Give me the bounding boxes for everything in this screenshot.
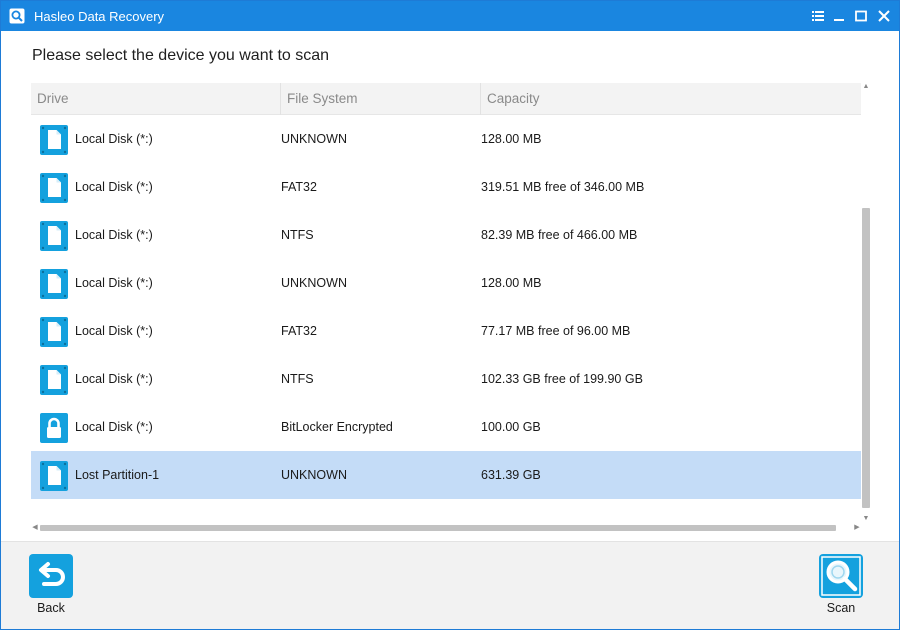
vertical-scrollbar[interactable]: ▲ ▼ (861, 83, 871, 523)
scan-label: Scan (826, 601, 856, 615)
capacity-cell: 102.33 GB free of 199.90 GB (481, 372, 643, 386)
vertical-scroll-thumb[interactable] (862, 208, 870, 508)
file-system-cell: BitLocker Encrypted (281, 420, 393, 434)
device-table: Drive File System Capacity Local Disk (*… (31, 83, 871, 535)
table-row[interactable]: Local Disk (*:) UNKNOWN 128.00 MB (31, 259, 861, 307)
lock-icon (40, 413, 68, 443)
column-header-capacity[interactable]: Capacity (480, 83, 861, 115)
file-system-cell: UNKNOWN (281, 468, 347, 482)
table-row[interactable]: Local Disk (*:) FAT32 77.17 MB free of 96.… (31, 307, 861, 355)
capacity-cell: 82.39 MB free of 466.00 MB (481, 228, 638, 242)
table-row[interactable]: Lost Partition-1 UNKNOWN 631.39 GB (31, 451, 861, 499)
capacity-cell: 631.39 GB (481, 468, 541, 482)
drive-icon (40, 221, 68, 251)
table-header: Drive File System Capacity (31, 83, 861, 115)
drive-icon (40, 317, 68, 347)
app-logo-icon (9, 8, 25, 24)
drive-name-cell: Local Disk (*:) (75, 276, 153, 290)
drive-icon (40, 461, 68, 491)
column-header-drive[interactable]: Drive (31, 83, 280, 115)
capacity-cell: 77.17 MB free of 96.00 MB (481, 324, 631, 338)
horizontal-scrollbar[interactable]: ◀ ▶ (31, 523, 861, 533)
title-bar: Hasleo Data Recovery (1, 1, 899, 31)
back-arrow-icon[interactable] (29, 554, 73, 598)
drive-name-cell: Local Disk (*:) (75, 180, 153, 194)
file-system-cell: FAT32 (281, 180, 317, 194)
scan-button[interactable]: Scan (811, 554, 871, 620)
capacity-cell: 128.00 MB (481, 276, 542, 290)
column-header-file-system[interactable]: File System (280, 83, 480, 115)
horizontal-scroll-thumb[interactable] (40, 525, 836, 531)
drive-icon (40, 269, 68, 299)
menu-icon[interactable] (809, 7, 827, 25)
table-row[interactable]: Local Disk (*:) NTFS 102.33 GB free of 199… (31, 355, 861, 403)
scroll-right-arrow-icon[interactable]: ▶ (853, 523, 861, 533)
drive-name-cell: Local Disk (*:) (75, 420, 153, 434)
drive-name-cell: Local Disk (*:) (75, 324, 153, 338)
drive-name-cell: Lost Partition-1 (75, 468, 160, 482)
table-row[interactable]: Local Disk (*:) UNKNOWN 128.00 MB (31, 115, 861, 163)
drive-name-cell: Local Disk (*:) (75, 228, 153, 242)
scroll-down-arrow-icon[interactable]: ▼ (862, 515, 870, 523)
table-row[interactable]: Local Disk (*:) BitLocker Encrypted 100.00… (31, 403, 861, 451)
drive-name-cell: Local Disk (*:) (75, 372, 153, 386)
file-system-cell: NTFS (281, 228, 314, 242)
page-title: Please select the device you want to sca… (32, 47, 330, 64)
window-title: Hasleo Data Recovery (34, 9, 165, 24)
back-label: Back (37, 601, 65, 615)
file-system-cell: NTFS (281, 372, 314, 386)
table-row[interactable]: Local Disk (*:) NTFS 82.39 MB free of 466.… (31, 211, 861, 259)
file-system-cell: UNKNOWN (281, 132, 347, 146)
drive-icon (40, 173, 68, 203)
drive-icon (40, 365, 68, 395)
scroll-up-arrow-icon[interactable]: ▲ (862, 83, 870, 91)
footer-bar: Back Scan (1, 541, 899, 629)
capacity-cell: 128.00 MB (481, 132, 542, 146)
minimize-icon[interactable] (830, 7, 848, 25)
capacity-cell: 100.00 GB (481, 420, 541, 434)
file-system-cell: UNKNOWN (281, 276, 347, 290)
maximize-icon[interactable] (852, 7, 870, 25)
back-button[interactable]: Back (21, 554, 81, 620)
app-window: Hasleo Data Recovery Please select the d… (0, 0, 900, 630)
drive-icon (40, 125, 68, 155)
capacity-cell: 319.51 MB free of 346.00 MB (481, 180, 645, 194)
table-row[interactable]: Local Disk (*:) FAT32 319.51 MB free of 34… (31, 163, 861, 211)
file-system-cell: FAT32 (281, 324, 317, 338)
scroll-left-arrow-icon[interactable]: ◀ (31, 523, 39, 533)
scan-magnifier-icon[interactable] (819, 554, 863, 598)
drive-name-cell: Local Disk (*:) (75, 132, 153, 146)
close-icon[interactable] (875, 7, 893, 25)
